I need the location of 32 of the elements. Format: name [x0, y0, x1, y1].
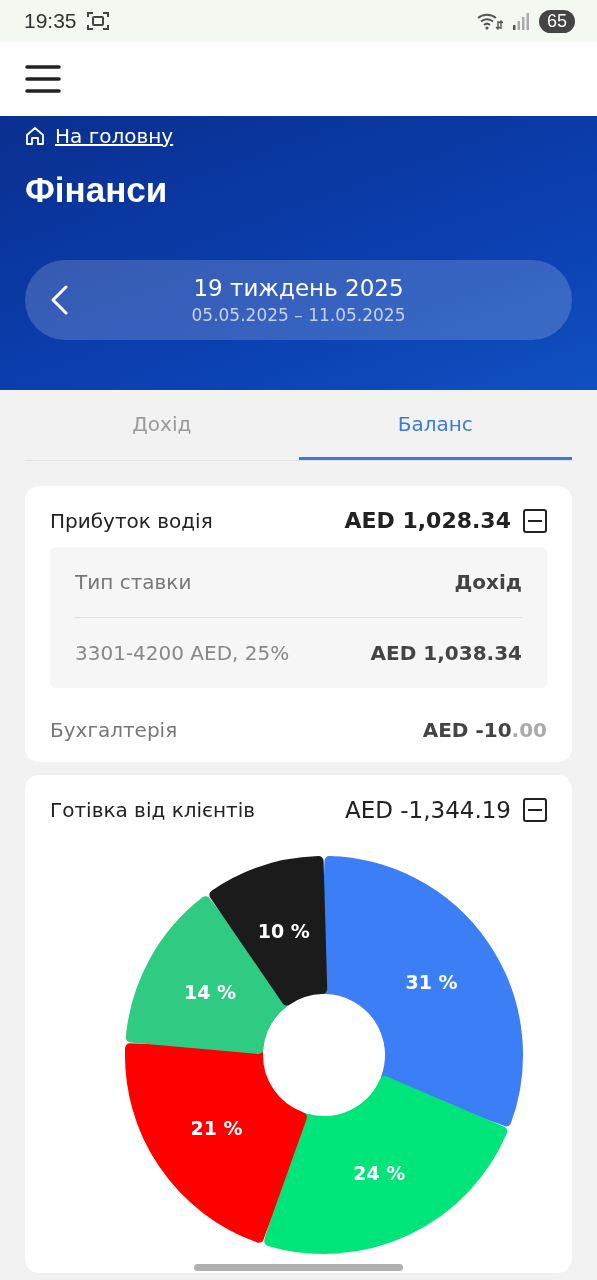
chevron-left-icon	[50, 285, 68, 315]
slice-label: 31 %	[405, 970, 458, 993]
collapse-button[interactable]	[523, 798, 547, 822]
signal-icon	[512, 12, 529, 30]
back-button[interactable]	[50, 285, 68, 315]
table-cell: AED 1,038.34	[370, 641, 522, 665]
slice-label: 24 %	[353, 1161, 406, 1184]
slice-label: 21 %	[190, 1117, 243, 1140]
slice-label: 14 %	[184, 981, 237, 1004]
column-header: Дохід	[454, 570, 522, 594]
card-amount: AED -1,344.19	[345, 797, 511, 823]
accounting-label: Бухгалтерія	[50, 718, 178, 742]
home-link[interactable]: На головну	[55, 124, 174, 148]
page-title: Фінанси	[25, 170, 169, 210]
slice-label: 10 %	[257, 920, 310, 943]
status-time: 19:35	[24, 9, 77, 33]
collapse-button[interactable]	[523, 508, 547, 533]
battery-level: 65	[538, 9, 575, 33]
menu-icon[interactable]	[25, 64, 61, 94]
table-cell: 3301-4200 AED, 25%	[75, 641, 290, 665]
week-title: 19 тиждень 2025	[193, 275, 404, 301]
tab[interactable]: Баланс	[298, 390, 572, 460]
card-title: Готівка від клієнтів	[50, 798, 257, 822]
card-amount: AED 1,028.34	[344, 508, 511, 533]
home-icon	[25, 126, 45, 146]
column-header: Тип ставки	[75, 570, 192, 594]
card-title: Прибуток водія	[50, 508, 214, 533]
tab[interactable]: Дохід	[25, 390, 299, 460]
screenshot-icon	[86, 11, 109, 31]
week-range: 05.05.2025 – 11.05.2025	[191, 305, 406, 325]
accounting-amount: AED -10.00	[422, 718, 547, 742]
wifi-icon	[476, 11, 503, 31]
